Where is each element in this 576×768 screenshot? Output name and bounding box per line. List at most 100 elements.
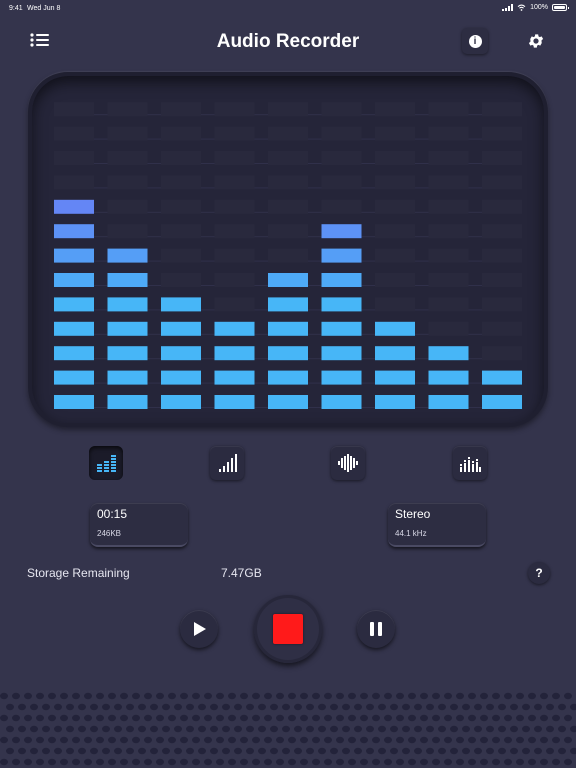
level-segment-dim [375, 199, 415, 214]
grille-hole [90, 725, 98, 733]
grille-hole [336, 714, 344, 722]
grille-hole [282, 725, 290, 733]
help-button[interactable]: ? [528, 562, 550, 584]
level-segment-dim [54, 126, 94, 141]
level-segment-dim [107, 175, 148, 190]
grille-hole [60, 758, 68, 766]
level-segment-dim [321, 199, 362, 214]
record-stop-button[interactable] [254, 595, 322, 663]
sample-rate: 44.1 kHz [395, 529, 427, 538]
grille-hole [180, 714, 188, 722]
grille-hole [78, 747, 86, 755]
level-segment-dim [482, 297, 522, 312]
grille-hole [540, 736, 548, 744]
level-segment-lit [268, 370, 308, 385]
grille-hole [486, 725, 494, 733]
level-segment-lit [54, 224, 94, 239]
level-segment-lit [54, 395, 94, 409]
level-segment-dim [428, 248, 469, 263]
level-segment-lit [321, 395, 362, 409]
grille-hole [132, 736, 140, 744]
spectrum-dots-icon [460, 457, 481, 472]
grille-hole [24, 714, 32, 722]
level-segment-dim [482, 175, 522, 190]
grille-hole [168, 714, 176, 722]
grille-hole [48, 714, 56, 722]
grille-hole [498, 747, 506, 755]
grille-hole [120, 736, 128, 744]
grille-hole [84, 692, 92, 700]
bars-mode-button[interactable] [89, 446, 123, 480]
grille-hole [192, 758, 200, 766]
grille-hole [6, 703, 14, 711]
level-segment-lit [161, 297, 201, 312]
grille-hole [276, 758, 284, 766]
grille-hole [528, 714, 536, 722]
level-segment-lit [321, 370, 362, 385]
grille-hole [480, 692, 488, 700]
grille-hole [114, 725, 122, 733]
channel-mode: Stereo [395, 507, 431, 521]
level-segment-dim [321, 151, 362, 165]
grille-hole [18, 725, 26, 733]
level-segment-dim [375, 126, 415, 141]
grille-hole [378, 703, 386, 711]
level-segment-dim [214, 102, 255, 117]
grille-hole [90, 703, 98, 711]
level-segment-lit [268, 321, 308, 336]
grille-hole [438, 747, 446, 755]
signal-mode-button[interactable] [210, 446, 244, 480]
grille-hole [264, 758, 272, 766]
settings-button[interactable] [522, 28, 550, 54]
grille-hole [558, 703, 566, 711]
grille-hole [342, 725, 350, 733]
play-button[interactable] [180, 610, 218, 648]
grille-hole [222, 703, 230, 711]
grille-hole [510, 703, 518, 711]
grille-hole [414, 703, 422, 711]
level-segment-lit [321, 273, 362, 287]
grille-hole [360, 714, 368, 722]
grille-hole [288, 736, 296, 744]
grille-hole [222, 747, 230, 755]
grille-hole [426, 725, 434, 733]
level-segment-dim [268, 102, 308, 117]
grille-hole [360, 736, 368, 744]
grille-hole [396, 758, 404, 766]
level-segment-dim [161, 151, 201, 165]
grille-hole [570, 703, 576, 711]
grille-hole [552, 758, 560, 766]
battery-icon [552, 4, 569, 11]
battery-percent: 100% [530, 4, 548, 11]
grille-hole [390, 703, 398, 711]
level-segment-lit [54, 199, 94, 214]
grille-hole [366, 725, 374, 733]
level-segment-dim [375, 248, 415, 263]
grille-hole [240, 736, 248, 744]
grille-hole [402, 703, 410, 711]
waveform-mode-button[interactable] [331, 446, 365, 480]
grille-hole [480, 714, 488, 722]
level-segment-lit [54, 273, 94, 287]
level-segment-lit [107, 248, 148, 263]
level-segment-dim [54, 102, 94, 117]
grille-hole [156, 692, 164, 700]
grille-hole [264, 736, 272, 744]
wifi-icon [517, 4, 526, 11]
info-button[interactable]: i [462, 28, 488, 54]
grille-hole [474, 747, 482, 755]
grille-hole [168, 736, 176, 744]
spectrum-mode-button[interactable] [453, 446, 487, 480]
grille-hole [288, 758, 296, 766]
grille-hole [12, 736, 20, 744]
grille-hole [426, 747, 434, 755]
level-segment-dim [268, 224, 308, 239]
pause-button[interactable] [357, 610, 395, 648]
grille-hole [96, 758, 104, 766]
level-segment-lit [375, 395, 415, 409]
grille-hole [486, 703, 494, 711]
grille-hole [276, 736, 284, 744]
grille-hole [192, 714, 200, 722]
grille-hole [66, 725, 74, 733]
level-segment-lit [107, 321, 148, 336]
